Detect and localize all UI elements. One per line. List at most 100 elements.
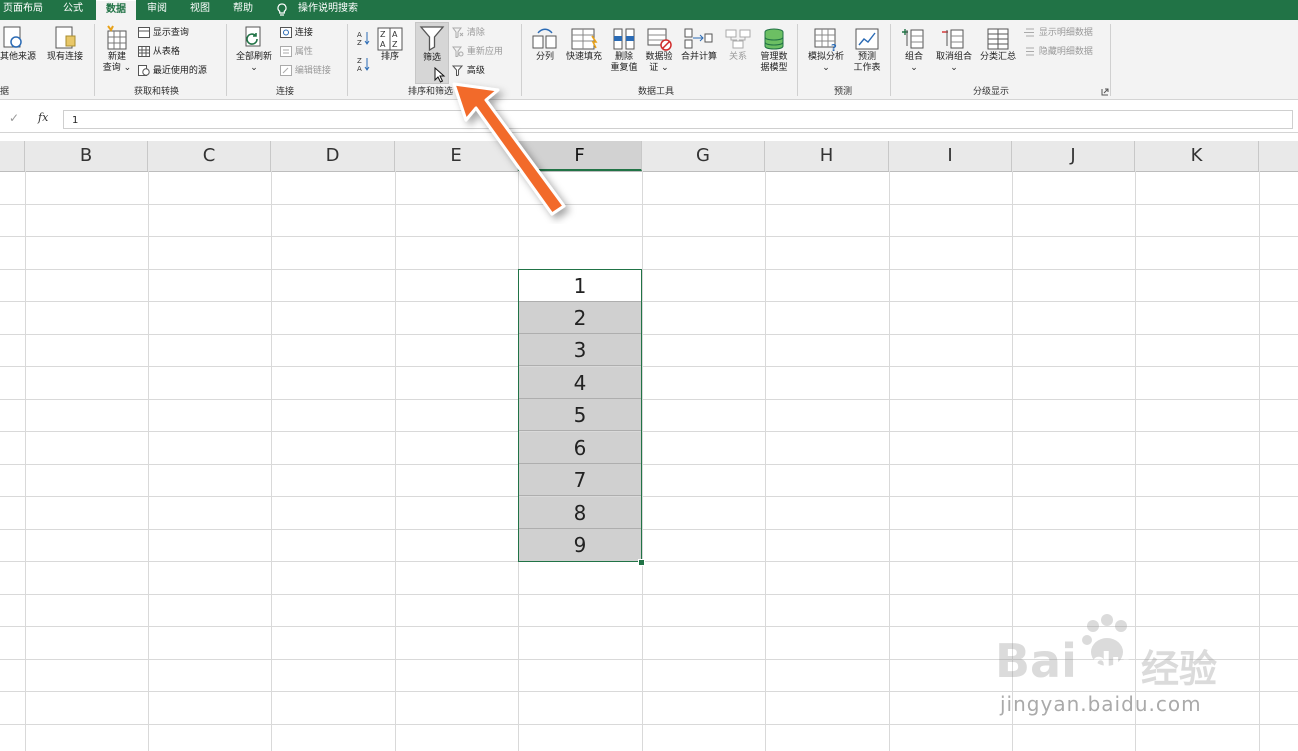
show-queries-button[interactable]: 显示查询 [138,27,189,39]
grid-line [0,399,1298,400]
column-header-l-partial[interactable] [1259,141,1298,171]
forecast-sheet-button[interactable]: 预测 工作表 [850,26,884,74]
flash-fill-label: 快速填充 [565,52,602,62]
recent-sources-button[interactable]: 最近使用的源 [138,65,207,77]
cell-f-value-3[interactable]: 3 [519,334,641,366]
column-header-g[interactable]: G [642,141,765,171]
new-query-icon [107,25,127,50]
reapply-button[interactable]: 重新应用 [452,46,503,58]
group-label-get-transform: 获取和转换 [134,87,180,97]
ribbon-separator [890,24,891,96]
grid-line [642,171,643,751]
refresh-all-label: 全部刷新 [235,52,272,62]
sort-button[interactable]: ZAAZ 排序 [376,26,404,63]
group-dropdown-icon: ⌄ [910,63,918,73]
edit-links-button[interactable]: 编辑链接 [280,65,331,77]
connections-label: 连接 [294,28,313,38]
watermark-brand-du: du [1091,646,1131,679]
new-query-button[interactable]: 新建 查询 ⌄ [100,24,134,74]
sort-descending-button[interactable]: ZA [357,56,371,76]
grid-line [25,171,26,751]
show-detail-button[interactable]: 显示明细数据 [1024,27,1093,39]
subtotal-icon [987,28,1009,50]
other-sources-button[interactable]: 其他来源 [0,24,36,63]
other-sources-label: 其他来源 [0,52,37,62]
column-header-d[interactable]: D [271,141,395,171]
tab-page-layout[interactable]: 页面布局 [0,0,46,20]
refresh-all-button[interactable]: 全部刷新 ⌄ [232,24,276,74]
column-header-a-partial[interactable] [0,141,25,171]
flash-fill-button[interactable]: 快速填充 [562,26,606,63]
text-to-columns-button[interactable]: 分列 [530,26,560,63]
show-detail-label: 显示明细数据 [1038,28,1093,38]
column-header-h[interactable]: H [765,141,889,171]
tab-review[interactable]: 审阅 [142,0,172,20]
show-detail-icon [1024,28,1034,37]
properties-button[interactable]: 属性 [280,46,313,58]
connections-button[interactable]: 连接 [280,27,313,39]
data-validation-button[interactable]: 数据验 证 ⌄ [643,26,675,74]
group-icon [902,29,924,49]
remove-duplicates-button[interactable]: 删除 重复值 [608,26,640,74]
tab-tell-me[interactable]: 操作说明搜索 [274,0,374,20]
cell-f-value-5[interactable]: 5 [519,399,641,431]
column-header-c[interactable]: C [148,141,271,171]
subtotal-button[interactable]: 分类汇总 [976,26,1020,63]
cell-f-value-4[interactable]: 4 [519,367,641,399]
cell-f-value-2[interactable]: 2 [519,302,641,334]
what-if-analysis-button[interactable]: ? 模拟分析 ⌄ [803,26,849,74]
what-if-icon: ? [814,28,837,52]
ribbon-separator [797,24,798,96]
manage-data-model-button[interactable]: 管理数 据模型 [755,26,793,74]
hide-detail-button[interactable]: 隐藏明细数据 [1024,46,1093,58]
insert-function-button[interactable]: fx [38,111,48,124]
tab-formulas[interactable]: 公式 [58,0,88,20]
consolidate-button[interactable]: 合并计算 [677,26,721,63]
tab-data[interactable]: 数据 [96,0,136,21]
formula-bar: ✓ fx 1 [0,108,1298,133]
table-icon [138,46,150,57]
svg-text:Z: Z [380,30,386,39]
connections-icon [280,27,292,38]
new-query-label-1: 新建 [107,52,126,62]
from-table-button[interactable]: 从表格 [138,46,180,58]
tab-view[interactable]: 视图 [185,0,215,20]
cell-f-value-1[interactable]: 1 [519,270,641,302]
cell-f-value-7[interactable]: 7 [519,464,641,496]
grid-line [0,529,1298,530]
ungroup-label: 取消组合 [935,52,972,62]
hide-detail-icon [1026,47,1034,56]
fill-handle[interactable] [638,559,645,566]
group-label-forecast: 预测 [834,87,853,97]
sort-ascending-button[interactable]: AZ [357,30,371,50]
column-header-i[interactable]: I [889,141,1012,171]
svg-text:?: ? [831,43,837,52]
subtotal-label: 分类汇总 [979,52,1016,62]
grid-line [0,464,1298,465]
column-header-b[interactable]: B [25,141,148,171]
annotation-arrow-icon [452,82,566,216]
remove-duplicates-label-1: 删除 [614,52,633,62]
column-header-k[interactable]: K [1135,141,1259,171]
reapply-icon [452,46,464,58]
ungroup-button[interactable]: 取消组合 ⌄ [932,26,976,74]
ribbon-separator [1110,24,1111,96]
svg-text:Z: Z [357,39,362,46]
formula-input[interactable]: 1 [63,110,1293,129]
tab-help[interactable]: 帮助 [228,0,258,20]
relationships-button[interactable]: 关系 [723,26,753,63]
column-header-j[interactable]: J [1012,141,1135,171]
cell-f-value-8[interactable]: 8 [519,497,641,529]
sort-za-icon: ZA [357,57,370,73]
watermark-url: jingyan.baidu.com [1000,692,1202,716]
cell-f-value-9[interactable]: 9 [519,529,641,561]
group-button[interactable]: 组合 ⌄ [898,26,930,74]
recent-sources-icon [138,65,150,76]
refresh-all-icon [245,26,261,47]
clear-filter-button[interactable]: 清除 [452,27,485,39]
dialog-launcher-icon[interactable] [1101,88,1109,96]
enter-check-icon[interactable]: ✓ [9,111,19,125]
data-validation-label-1: 数据验 [645,52,673,62]
existing-connections-button[interactable]: 现有连接 [42,24,88,63]
cell-f-value-6[interactable]: 6 [519,432,641,464]
